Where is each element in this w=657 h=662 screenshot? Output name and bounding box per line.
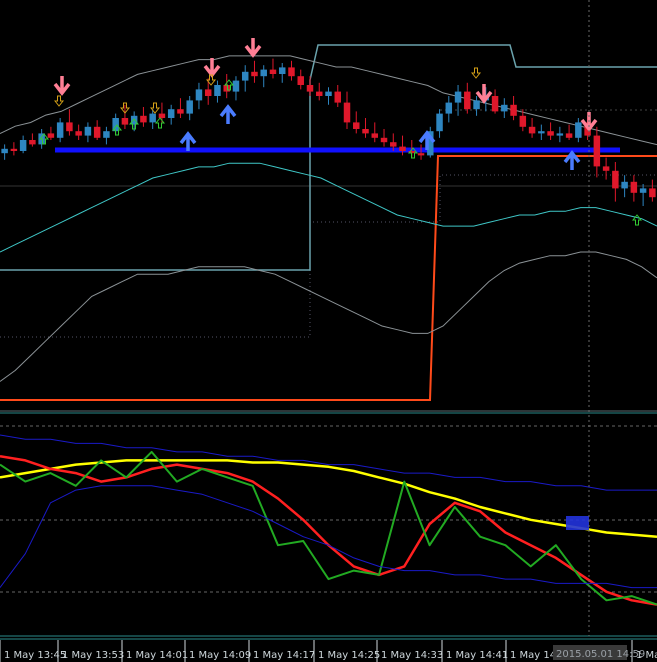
candle-body (612, 170, 619, 189)
candle-body (214, 85, 221, 96)
candle-body (602, 166, 610, 171)
candle-body (121, 118, 129, 125)
candle-body (390, 142, 397, 147)
candle-body (575, 122, 582, 138)
candle-body (316, 91, 323, 96)
candle-body (278, 67, 286, 74)
candle-body (325, 91, 332, 96)
time-tick-label: 1 May 14:41 (446, 650, 508, 661)
green-oscillator-line (0, 450, 657, 606)
buy-arrow-icon (219, 104, 237, 124)
candle-body (436, 113, 443, 132)
candle-body (130, 115, 138, 125)
candle-body (177, 109, 184, 114)
candle-body (232, 80, 240, 92)
trading-chart[interactable]: 1 May 13:451 May 13:53 1 May 14:01 1 May 1… (0, 0, 657, 662)
candle-body (288, 67, 295, 77)
oscillator-panel (0, 425, 657, 606)
candle-body (454, 91, 462, 103)
candle-body (84, 126, 92, 136)
candle-body (380, 137, 388, 143)
candle-body (464, 91, 471, 110)
candle-body (19, 140, 27, 151)
candle-body (260, 69, 267, 77)
candle-body (621, 181, 628, 189)
stop-step-line (0, 155, 657, 401)
time-tick-label: 1 May 13:45 (4, 650, 66, 661)
yellow-signal-line (0, 459, 657, 538)
candle-body (149, 113, 156, 123)
bollinger-middle-line (0, 162, 657, 253)
candle-body (528, 126, 536, 134)
candle-body (158, 113, 166, 118)
candle-body (649, 188, 656, 198)
candle-body (510, 104, 517, 116)
candle-body (556, 133, 564, 136)
candle-body (362, 129, 369, 134)
upper-step-line (0, 44, 657, 271)
sell-arrow-icon (53, 76, 71, 96)
time-tick-label: 1 May 14:17 (253, 650, 315, 661)
candle-body (547, 131, 554, 136)
candle-body (343, 102, 351, 123)
candle-body (241, 71, 249, 81)
candle-body (417, 153, 425, 156)
candle-body (47, 133, 55, 138)
candle-body (630, 181, 638, 193)
candle-body (353, 122, 360, 129)
candle-body (1, 148, 8, 154)
candle-body (306, 85, 314, 92)
cursor-time-label: 2015.05.01 14:59 (556, 649, 645, 660)
candle-body (593, 135, 601, 167)
candle-body (75, 131, 82, 136)
candle-body (195, 89, 203, 101)
up-signal-icon (154, 117, 166, 129)
time-tick-label: 1 May 14:01 (126, 650, 188, 661)
candle-body (140, 115, 147, 123)
candle-body (565, 133, 573, 138)
bollinger-lower-line (0, 251, 657, 382)
time-tick-label: 1 May 14:25 (318, 650, 380, 661)
candle-body (29, 140, 36, 145)
candle-body (10, 148, 18, 151)
candle-body (103, 131, 110, 138)
candle-body (473, 100, 480, 110)
candle-body (371, 133, 379, 138)
time-tick-label: 1 May 14:33 (381, 650, 443, 661)
candle-body (93, 126, 101, 138)
candle-body (223, 85, 230, 92)
down-signal-icon (53, 95, 65, 107)
candle-body (639, 188, 647, 193)
candle-body (66, 122, 73, 132)
candle-body (269, 69, 277, 74)
lower-envelope-line (0, 485, 657, 589)
candle-body (538, 131, 545, 134)
time-tick-label: 1 May 14 (510, 650, 556, 661)
red-oscillator-line (0, 454, 657, 606)
candle-body (56, 122, 64, 138)
candle-body (251, 71, 258, 77)
sell-arrow-icon (244, 38, 262, 58)
candle-body (297, 76, 304, 85)
time-tick-label: 1 May 13:53 (62, 650, 124, 661)
sell-arrow-icon (203, 58, 221, 78)
candle-body (491, 96, 499, 112)
candle-body (334, 91, 341, 103)
candle-body (204, 89, 212, 96)
crossover-marker (566, 516, 589, 530)
candle-body (445, 102, 453, 114)
candle-body (399, 146, 406, 151)
price-panel (0, 38, 657, 401)
time-tick-label: 1 May 14:09 (189, 650, 251, 661)
candle-body (167, 109, 175, 118)
candle-body (519, 115, 527, 127)
candle-body (501, 104, 508, 112)
down-signal-icon (470, 67, 482, 79)
candle-body (186, 100, 193, 114)
